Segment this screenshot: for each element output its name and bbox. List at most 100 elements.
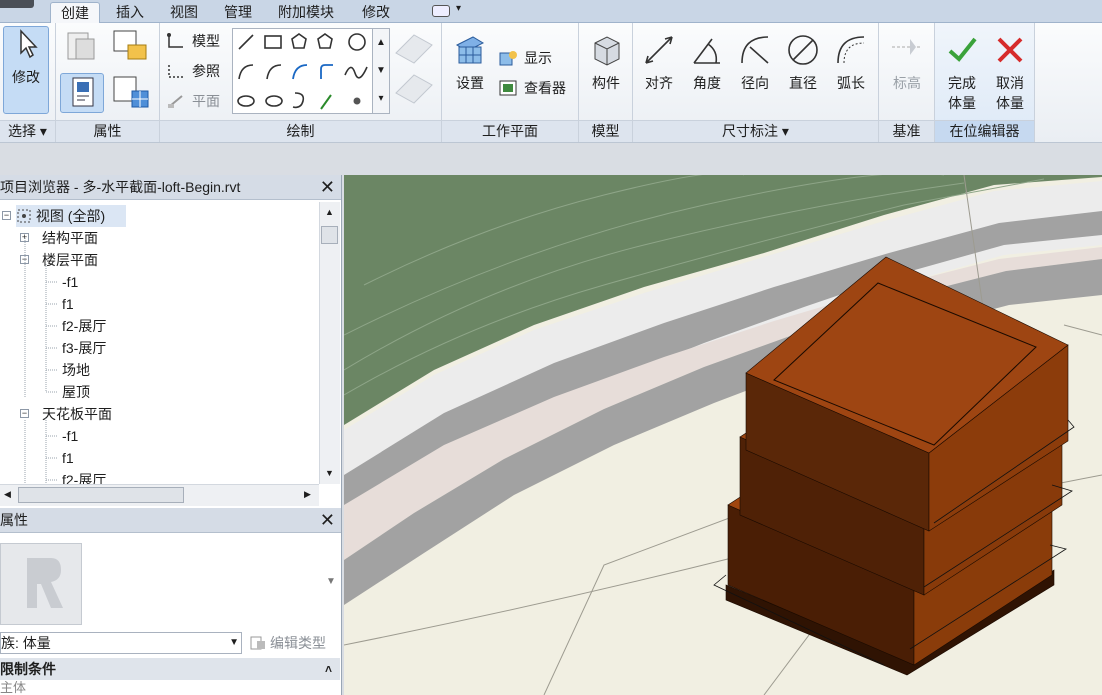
component-label: 构件 — [592, 75, 620, 91]
reference-line-button[interactable]: 参照 — [162, 58, 220, 84]
project-browser-header: 项目浏览器 - 多-水平截面-loft-Begin.rvt ✕ — [0, 175, 341, 200]
reference-line-icon — [168, 65, 183, 78]
panel-title-inplace: 在位编辑器 — [935, 120, 1034, 142]
show-workplane-button[interactable]: 显示 — [494, 45, 552, 71]
diameter-label: 直径 — [789, 75, 817, 91]
tab-manage[interactable]: 管理 — [214, 2, 262, 23]
component-button[interactable]: 构件 — [584, 33, 628, 93]
aligned-dimension-button[interactable]: 对齐 — [637, 33, 681, 93]
viewer-label: 查看器 — [524, 80, 566, 96]
workplane-viewer-button[interactable]: 查看器 — [494, 75, 566, 101]
panel-workplane: 设置 显示 查看器 工作平面 — [442, 23, 579, 142]
browser-horizontal-scrollbar[interactable]: ◀ ▶ — [0, 484, 319, 506]
panel-title-dimension[interactable]: 尺寸标注 ▾ — [633, 120, 878, 142]
arc-length-icon — [837, 36, 865, 64]
inscribed-polygon-icon — [291, 33, 307, 49]
point-element-icon — [353, 97, 361, 105]
close-x-icon — [997, 37, 1023, 63]
scroll-down-icon[interactable]: ▼ — [325, 468, 334, 478]
model-line-button[interactable]: 模型 — [162, 28, 220, 54]
radial-dimension-button[interactable]: 径向 — [733, 33, 777, 93]
pick-edges-icon — [320, 94, 332, 110]
host-row: 主体 — [0, 681, 340, 695]
scroll-thumb[interactable] — [321, 226, 338, 244]
tab-modify[interactable]: 修改 — [352, 2, 400, 23]
panel-title-properties: 属性 — [56, 120, 159, 142]
collapse-chevron-icon: ˄ — [324, 662, 332, 676]
application-menu-button[interactable] — [0, 0, 34, 8]
panel-properties: 属性 — [56, 23, 160, 142]
tab-insert[interactable]: 插入 — [106, 2, 154, 23]
tab-create[interactable]: 创建 — [50, 2, 100, 23]
pick-lines-icon — [292, 92, 305, 109]
finish-mass-button[interactable]: 完成体量 — [939, 33, 985, 113]
panel-title-draw: 绘制 — [160, 120, 441, 142]
finish-mass-label: 完成体量 — [948, 75, 976, 111]
quick-access-panel-icon[interactable] — [432, 5, 450, 17]
panel-model: 构件 模型 — [579, 23, 633, 142]
level-icon — [892, 39, 922, 55]
cancel-mass-label: 取消体量 — [996, 75, 1024, 111]
plane-button[interactable]: 平面 — [162, 88, 220, 114]
rectangle-tool-icon — [264, 35, 282, 49]
panel-title-select[interactable]: 选择 ▾ — [0, 120, 55, 142]
browser-vertical-scrollbar[interactable]: ▲ ▼ — [319, 202, 340, 484]
draw-gallery-scroll[interactable]: ▲ ▼ ▾ — [372, 28, 390, 114]
family-label: 族: 体量 — [1, 635, 51, 651]
radial-label: 径向 — [741, 75, 769, 91]
family-types-icon[interactable] — [112, 73, 152, 111]
panel-title-workplane: 工作平面 — [442, 120, 578, 142]
aligned-dimension-icon — [645, 36, 673, 64]
panel-title-model: 模型 — [579, 120, 632, 142]
scroll-thumb[interactable] — [18, 487, 184, 503]
edit-type-label: 编辑类型 — [270, 635, 326, 651]
level-button[interactable]: 标高 — [885, 33, 929, 93]
angular-dimension-button[interactable]: 角度 — [685, 33, 729, 93]
diameter-dimension-icon — [788, 35, 818, 65]
aligned-label: 对齐 — [645, 75, 673, 91]
cursor-arrow-icon — [20, 29, 38, 59]
tab-view[interactable]: 视图 — [160, 2, 208, 23]
ribbon-tab-bar: 创建 插入 视图 管理 附加模块 修改 ▾ — [0, 0, 1102, 23]
quick-access-dropdown-icon[interactable]: ▾ — [456, 3, 461, 14]
modify-label: 修改 — [12, 69, 40, 85]
scroll-right-icon[interactable]: ▶ — [304, 489, 311, 500]
project-browser-title: 项目浏览器 - 多-水平截面-loft-Begin.rvt — [0, 179, 241, 195]
tangent-arc-icon — [292, 64, 308, 80]
panel-dimension: 对齐 角度 径向 直径 弧长 尺寸标注 ▾ — [633, 23, 879, 142]
close-icon[interactable]: ✕ — [320, 508, 335, 533]
scroll-left-icon[interactable]: ◀ — [4, 489, 11, 500]
radial-dimension-icon — [741, 36, 769, 64]
circle-tool-icon — [348, 33, 366, 51]
panel-select: 修改 选择 ▾ — [0, 23, 56, 142]
cancel-mass-button[interactable]: 取消体量 — [987, 33, 1033, 113]
modify-button[interactable]: 修改 — [3, 26, 49, 114]
tab-addins[interactable]: 附加模块 — [268, 2, 344, 23]
properties-toggle-button[interactable] — [60, 73, 104, 113]
panel-title-datum: 基准 — [879, 120, 934, 142]
show-workplane-icon — [499, 51, 517, 66]
reference-plane-ghost-icon — [395, 34, 433, 104]
host-label: 主体 — [0, 681, 27, 695]
type-selector-dropdown-icon[interactable]: ▼ — [326, 576, 336, 587]
set-workplane-button[interactable]: 设置 — [448, 33, 492, 93]
family-selector[interactable]: 族: 体量 ▼ — [0, 632, 242, 654]
edit-type-button[interactable]: 编辑类型 — [248, 632, 326, 654]
spline-icon — [344, 66, 368, 79]
ellipse-icon — [237, 95, 255, 107]
revit-logo-icon — [27, 558, 63, 608]
3d-view-canvas[interactable] — [344, 175, 1102, 695]
constraints-label: 限制条件 — [0, 661, 56, 677]
diameter-dimension-button[interactable]: 直径 — [781, 33, 825, 93]
type-properties-icon[interactable] — [64, 29, 98, 63]
checkmark-icon — [948, 37, 977, 62]
angular-dimension-icon — [693, 38, 720, 64]
close-icon[interactable]: ✕ — [320, 175, 335, 200]
scroll-up-icon[interactable]: ▲ — [325, 207, 334, 217]
edit-type-icon — [250, 636, 265, 650]
options-bar — [0, 142, 1102, 175]
arc-length-dimension-button[interactable]: 弧长 — [829, 33, 873, 93]
constraints-group[interactable]: 限制条件 ˄ — [0, 658, 340, 680]
viewer-icon — [499, 80, 517, 96]
family-category-icon[interactable] — [112, 29, 150, 63]
